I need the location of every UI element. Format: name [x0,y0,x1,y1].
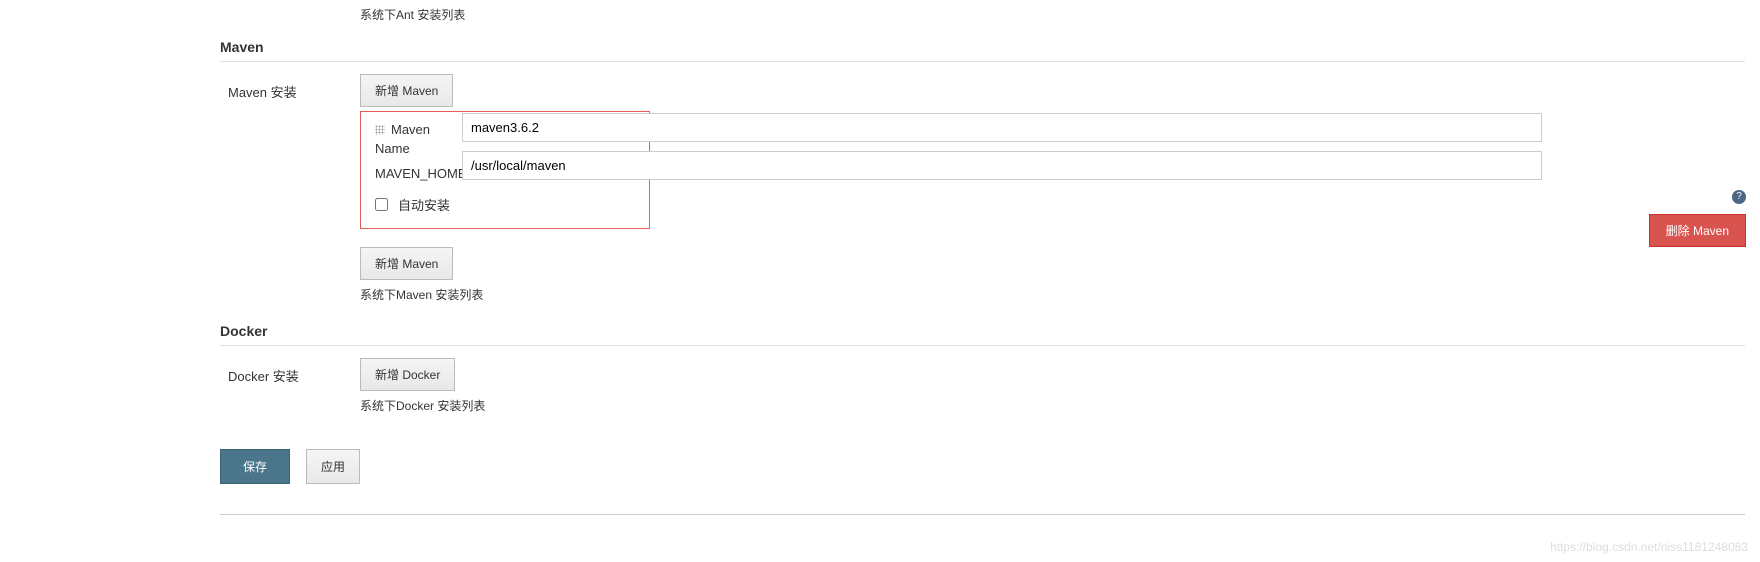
add-maven-button-top[interactable]: 新增 Maven [360,74,453,107]
watermark-text: https://blog.csdn.net/niss1181248083 [1550,540,1748,554]
save-button[interactable]: 保存 [220,449,290,484]
maven-home-field-label: MAVEN_HOME [375,166,470,181]
maven-home-input[interactable] [462,151,1542,180]
maven-section-header: Maven [220,33,1745,62]
name-field-label: Name [375,141,470,156]
maven-name-input[interactable] [462,113,1542,142]
docker-install-label: Docker 安装 [220,358,360,385]
maven-install-label: Maven 安装 [220,74,360,101]
auto-install-checkbox[interactable] [375,198,388,211]
maven-config-title: Maven [391,122,430,137]
drag-handle-icon[interactable] [375,125,385,135]
auto-install-label: 自动安装 [398,195,450,214]
add-maven-button-bottom[interactable]: 新增 Maven [360,247,453,280]
apply-button[interactable]: 应用 [306,449,360,484]
docker-section-header: Docker [220,317,1745,346]
ant-list-description: 系统下Ant 安装列表 [360,0,1745,33]
add-docker-button[interactable]: 新增 Docker [360,358,455,391]
docker-list-description: 系统下Docker 安装列表 [360,391,1745,424]
delete-maven-button[interactable]: 删除 Maven [1649,214,1746,247]
help-icon[interactable]: ? [1732,190,1746,204]
maven-list-description: 系统下Maven 安装列表 [360,280,1745,313]
